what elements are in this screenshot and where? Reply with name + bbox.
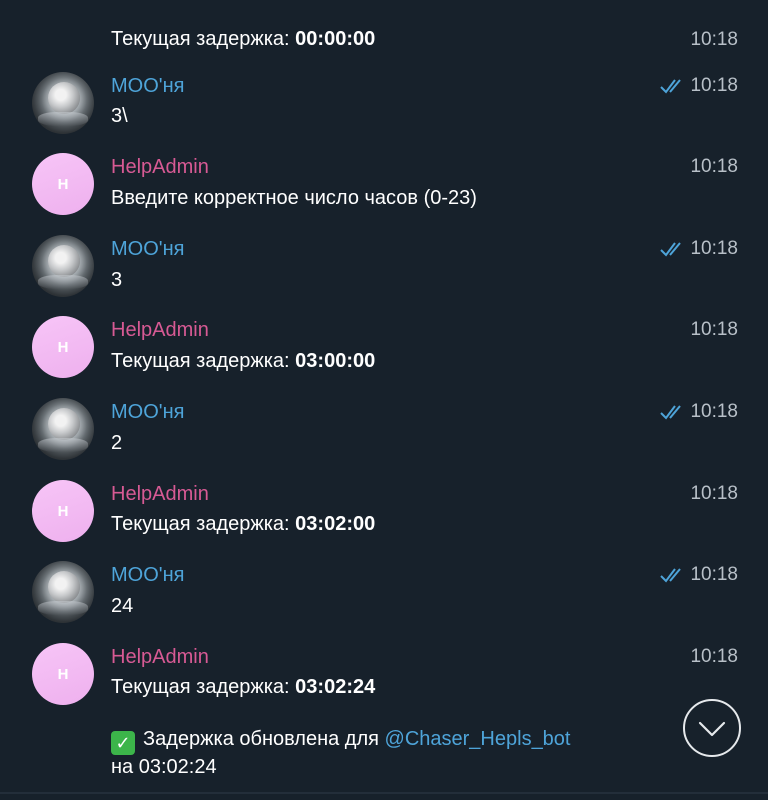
sender-name[interactable]: МОО'ня xyxy=(111,74,184,98)
avatar[interactable]: H xyxy=(32,316,94,378)
message-time: 10:18 xyxy=(690,401,738,422)
sender-name[interactable]: МОО'ня xyxy=(111,563,184,587)
message-text: ✓ Задержка обновлена для @Chaser_Hepls_bo… xyxy=(111,726,571,755)
message-time: 10:18 xyxy=(690,646,738,667)
divider xyxy=(0,792,768,794)
chevron-down-icon xyxy=(698,721,726,737)
check-mark-icon: ✓ xyxy=(111,731,135,755)
double-check-icon xyxy=(660,568,681,583)
sender-name[interactable]: МОО'ня xyxy=(111,237,184,261)
avatar[interactable]: H xyxy=(32,643,94,705)
double-check-icon xyxy=(660,242,681,257)
message-text: Текущая задержка: 03:02:24 xyxy=(111,676,376,698)
message-text: Текущая задержка: 03:00:00 xyxy=(111,350,376,372)
avatar[interactable]: H xyxy=(32,480,94,542)
avatar[interactable] xyxy=(32,561,94,623)
message-time: 10:18 xyxy=(690,319,738,340)
avatar[interactable]: H xyxy=(32,153,94,215)
double-check-icon xyxy=(660,79,681,94)
message-time: 10:18 xyxy=(690,483,738,504)
double-check-icon xyxy=(660,405,681,420)
message-text: 3\ xyxy=(111,105,128,127)
previous-message-partial xyxy=(112,0,632,2)
message-time: 10:18 xyxy=(690,156,738,177)
message-text: Введите корректное число часов (0-23) xyxy=(111,187,477,209)
message-text-line2: на 03:02:24 xyxy=(111,756,217,778)
message-text: Текущая задержка: 03:02:00 xyxy=(111,513,376,535)
message-text: Текущая задержка: 00:00:00 xyxy=(111,28,376,50)
message-text: 3 xyxy=(111,269,123,291)
message-time: 10:18 xyxy=(690,564,738,585)
message-time: 10:18 xyxy=(690,238,738,259)
avatar[interactable] xyxy=(32,398,94,460)
sender-name[interactable]: МОО'ня xyxy=(111,400,184,424)
message-text: 2 xyxy=(111,432,123,454)
avatar[interactable] xyxy=(32,72,94,134)
message-time: 10:18 xyxy=(690,75,738,96)
sender-name[interactable]: HelpAdmin xyxy=(111,482,209,506)
sender-name[interactable]: HelpAdmin xyxy=(111,318,209,342)
chat-view: Текущая задержка: 00:00:00 10:18 МОО'ня … xyxy=(0,0,768,800)
sender-name[interactable]: HelpAdmin xyxy=(111,155,209,179)
bot-mention-link[interactable]: @Chaser_Hepls_bot xyxy=(385,728,571,750)
message-time: 10:18 xyxy=(690,29,738,50)
scroll-down-button[interactable] xyxy=(683,699,741,757)
message-text: 24 xyxy=(111,595,134,617)
avatar[interactable] xyxy=(32,235,94,297)
sender-name[interactable]: HelpAdmin xyxy=(111,645,209,669)
